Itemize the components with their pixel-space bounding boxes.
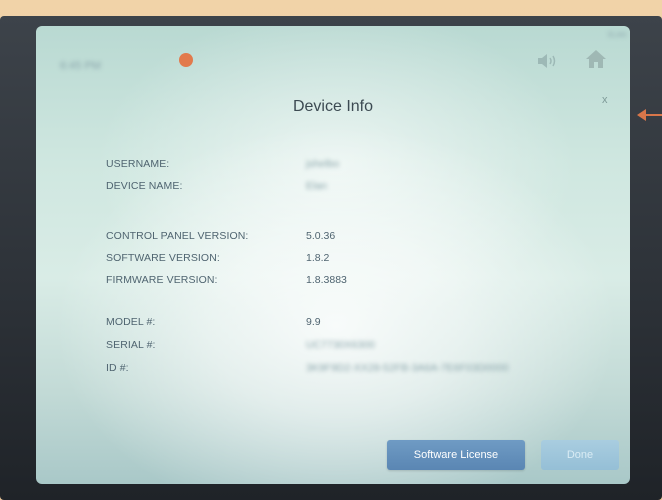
software-version-value: 1.8.2 xyxy=(306,252,330,264)
id-value: 3K9F9D2-XX28-52FB-3A6A-7E6F03D0000 xyxy=(306,362,509,374)
firmware-version-value: 1.8.3883 xyxy=(306,274,347,286)
control-panel-version-label: CONTROL PANEL VERSION: xyxy=(106,230,249,242)
software-license-button[interactable]: Software License xyxy=(387,440,525,470)
device-name-value: Elan xyxy=(306,180,328,192)
model-value: 9.9 xyxy=(306,316,321,328)
home-icon[interactable] xyxy=(584,48,608,70)
username-value: jshelbo xyxy=(306,158,340,170)
dialog-title: Device Info xyxy=(292,98,374,115)
device-name-label: DEVICE NAME: xyxy=(106,180,183,192)
firmware-version-label: FIRMWARE VERSION: xyxy=(106,274,218,286)
corner-label: ELAN xyxy=(608,32,627,39)
done-button[interactable]: Done xyxy=(541,440,619,470)
serial-label: SERIAL #: xyxy=(106,339,156,351)
control-panel-version-value: 5.0.36 xyxy=(306,230,336,242)
model-label: MODEL #: xyxy=(106,316,156,328)
speaker-icon[interactable] xyxy=(536,52,558,70)
device-screen: 6:45 PM ELAN Device Info x USERNAME: jsh… xyxy=(36,26,630,484)
status-indicator-dot xyxy=(179,53,193,67)
software-version-label: SOFTWARE VERSION: xyxy=(106,252,220,264)
close-button[interactable]: x xyxy=(602,94,608,106)
serial-value: UC7730X6300 xyxy=(306,339,375,351)
username-label: USERNAME: xyxy=(106,158,170,170)
arrow-left-icon xyxy=(637,109,662,121)
id-label: ID #: xyxy=(106,362,129,374)
status-time: 6:45 PM xyxy=(60,60,101,72)
